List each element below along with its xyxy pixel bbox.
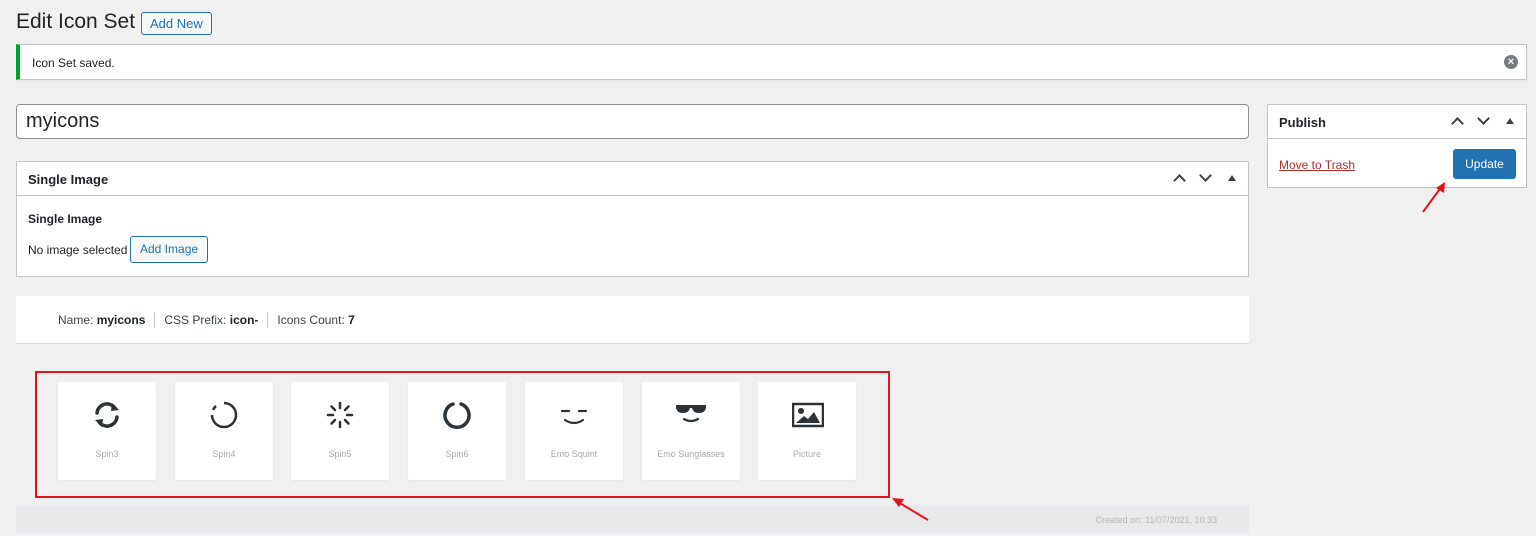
count-value: 7 [348, 313, 355, 327]
icon-set-info-bar: Name: myicons CSS Prefix: icon- Icons Co… [16, 296, 1249, 344]
single-image-box-title: Single Image [28, 172, 109, 187]
prefix-value: icon- [229, 313, 259, 327]
prefix-label: CSS Prefix: [164, 313, 227, 327]
no-image-text: No image selected [28, 243, 128, 257]
collapse-icon[interactable] [1224, 170, 1240, 186]
title-input[interactable] [16, 104, 1249, 139]
name-value: myicons [96, 313, 146, 327]
notice-text: Icon Set saved. [32, 56, 115, 70]
update-button[interactable]: Update [1453, 149, 1516, 179]
footer-strip: Created on: 11/07/2021, 10:33 [16, 505, 1249, 533]
move-down-icon[interactable] [1198, 169, 1214, 186]
single-image-label: Single Image [28, 212, 103, 226]
success-notice: Icon Set saved. × [16, 44, 1527, 80]
move-up-icon[interactable] [1450, 113, 1466, 130]
single-image-box-header: Single Image [17, 162, 1248, 196]
publish-box-header: Publish [1268, 105, 1526, 139]
add-new-button[interactable]: Add New [141, 12, 212, 35]
move-down-icon[interactable] [1476, 112, 1492, 129]
collapse-icon[interactable] [1502, 113, 1518, 129]
name-label: Name: [58, 313, 94, 327]
move-to-trash-link[interactable]: Move to Trash [1279, 158, 1355, 172]
publish-box: Publish Move to Trash Update [1267, 104, 1527, 188]
publish-box-title: Publish [1279, 115, 1326, 130]
annotation-arrow-icon [1422, 182, 1445, 213]
annotation-arrow-icon [892, 498, 929, 521]
single-image-box: Single Image Single Image No image selec… [16, 161, 1249, 277]
count-label: Icons Count: [277, 313, 345, 327]
page-title: Edit Icon Set [16, 10, 136, 33]
add-image-button[interactable]: Add Image [130, 236, 209, 263]
created-date: Created on: 11/07/2021, 10:33 [1095, 515, 1217, 525]
move-up-icon[interactable] [1172, 170, 1188, 187]
dismiss-icon[interactable]: × [1504, 55, 1518, 69]
highlight-box [35, 371, 890, 498]
